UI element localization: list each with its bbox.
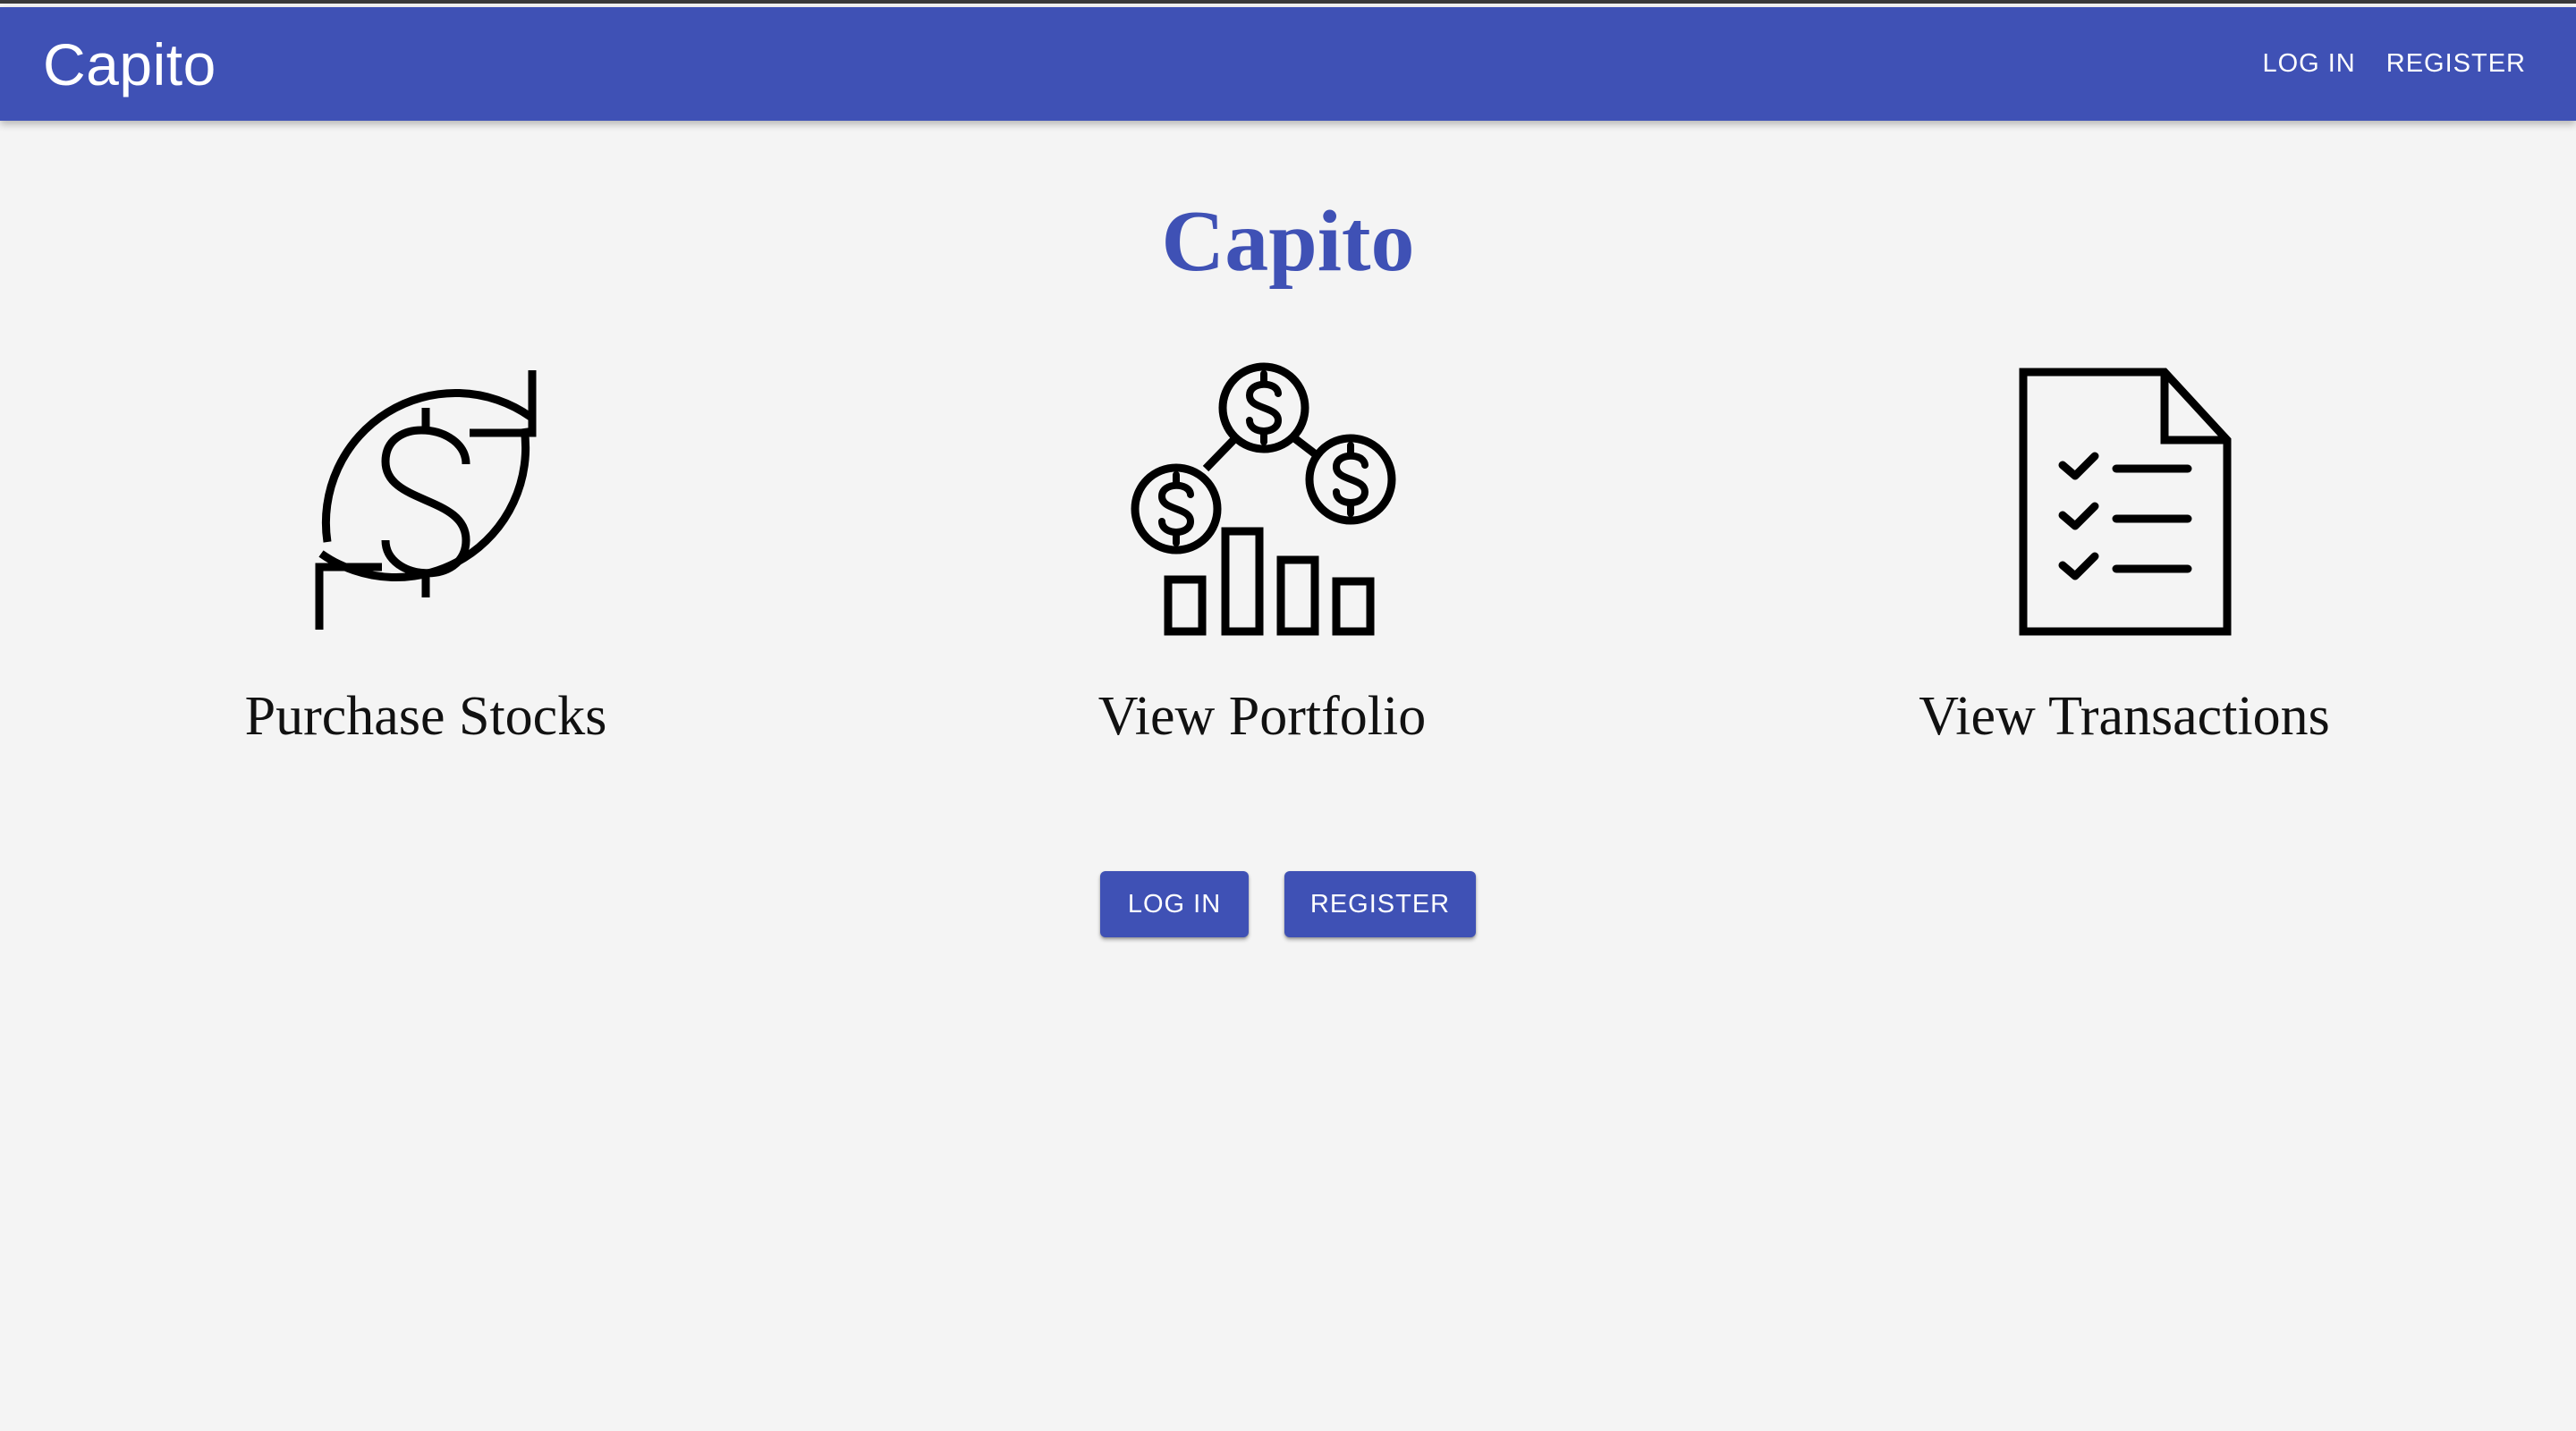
feature-label[interactable]: View Portfolio	[1098, 685, 1427, 749]
feature-purchase-stocks: Purchase Stocks	[148, 361, 703, 749]
brand-title[interactable]: Capito	[43, 30, 216, 98]
register-button[interactable]: REGISTER	[1284, 871, 1476, 937]
app-window: Capito LOG IN REGISTER Capito Purchase S…	[0, 0, 2576, 1431]
portfolio-chart-icon	[1131, 362, 1396, 636]
feature-view-portfolio: View Portfolio	[985, 361, 1539, 749]
auth-actions: LOG IN REGISTER	[0, 871, 2576, 937]
nav-register-button[interactable]: REGISTER	[2386, 40, 2526, 88]
app-bar: Capito LOG IN REGISTER	[0, 7, 2576, 121]
feature-view-transactions: View Transactions	[1847, 361, 2402, 749]
checklist-document-icon	[2019, 368, 2232, 636]
login-button[interactable]: LOG IN	[1100, 871, 1249, 937]
top-nav: LOG IN REGISTER	[2262, 40, 2526, 88]
dollar-exchange-icon	[315, 370, 537, 630]
feature-label[interactable]: View Transactions	[1919, 685, 2330, 749]
feature-label[interactable]: Purchase Stocks	[245, 685, 607, 749]
nav-login-button[interactable]: LOG IN	[2262, 40, 2355, 88]
page-title: Capito	[1161, 193, 1415, 290]
